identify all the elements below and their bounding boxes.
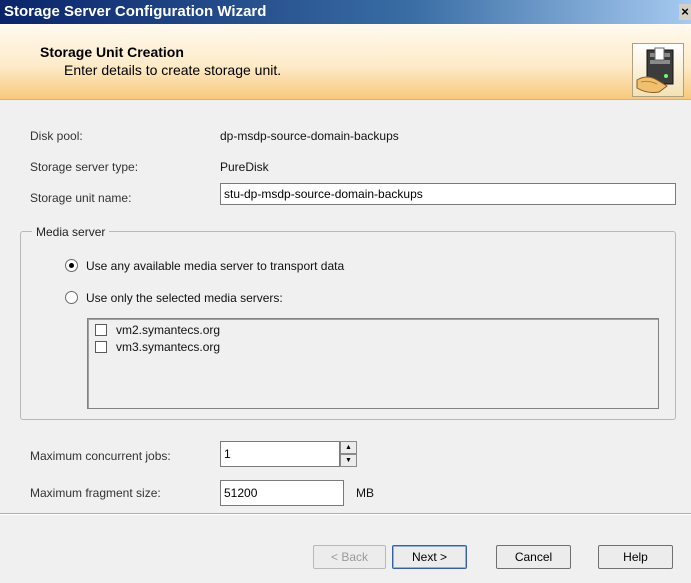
server-item-label[interactable]: vm3.symantecs.org <box>116 340 220 354</box>
next-button[interactable]: Next > <box>392 545 467 569</box>
fragment-unit-label: MB <box>356 486 374 500</box>
server-type-label: Storage server type: <box>30 160 139 174</box>
server-type-value: PureDisk <box>220 160 269 174</box>
unit-name-label: Storage unit name: <box>30 191 132 205</box>
max-jobs-label: Maximum concurrent jobs: <box>30 449 171 463</box>
max-fragment-label: Maximum fragment size: <box>30 486 161 500</box>
max-jobs-spinner[interactable]: ▲ ▼ <box>340 441 357 467</box>
wizard-storage-icon <box>632 43 684 97</box>
page-title: Storage Unit Creation <box>40 44 184 60</box>
title-bar: Storage Server Configuration Wizard <box>0 0 691 24</box>
disk-pool-label: Disk pool: <box>30 129 83 143</box>
radio-selected-media-servers[interactable] <box>65 291 78 304</box>
window-title: Storage Server Configuration Wizard <box>4 3 267 20</box>
max-jobs-input[interactable] <box>220 441 340 467</box>
max-fragment-input[interactable] <box>220 480 344 506</box>
footer-divider <box>0 514 691 515</box>
page-subtitle: Enter details to create storage unit. <box>64 62 282 78</box>
storage-unit-name-input[interactable] <box>220 183 676 205</box>
wizard-header: Storage Unit Creation Enter details to c… <box>0 24 691 100</box>
spin-down-button[interactable]: ▼ <box>340 454 357 467</box>
disk-pool-value: dp-msdp-source-domain-backups <box>220 129 399 143</box>
cancel-button[interactable]: Cancel <box>496 545 571 569</box>
server-checkbox[interactable] <box>95 341 107 353</box>
radio-any-label[interactable]: Use any available media server to transp… <box>86 259 344 273</box>
close-icon: × <box>681 4 689 19</box>
server-item-label[interactable]: vm2.symantecs.org <box>116 323 220 337</box>
radio-any-media-server[interactable] <box>65 259 78 272</box>
media-server-group-label: Media server <box>32 225 110 239</box>
spin-up-button[interactable]: ▲ <box>340 441 357 454</box>
help-button[interactable]: Help <box>598 545 673 569</box>
close-button[interactable]: × <box>679 4 691 20</box>
server-checkbox[interactable] <box>95 324 107 336</box>
back-button[interactable]: < Back <box>313 545 386 569</box>
radio-selected-dot <box>69 263 74 268</box>
radio-selected-label[interactable]: Use only the selected media servers: <box>86 291 283 305</box>
